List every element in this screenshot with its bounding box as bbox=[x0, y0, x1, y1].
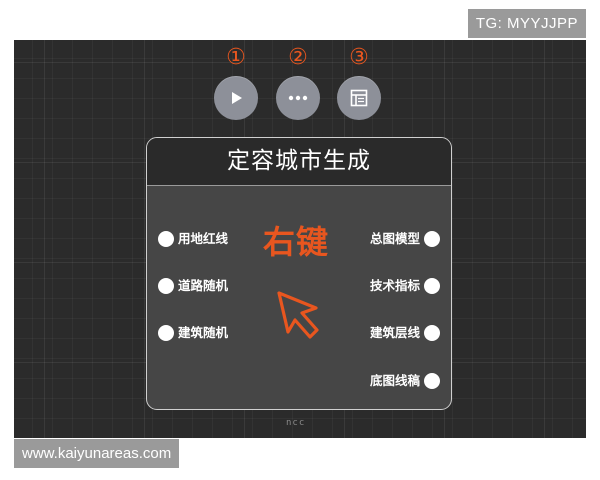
port-label: 用地红线 bbox=[178, 231, 229, 246]
more-icon bbox=[288, 95, 308, 101]
port-label: 技术指标 bbox=[369, 278, 420, 293]
panel-button[interactable] bbox=[337, 76, 381, 120]
port-dot[interactable] bbox=[158, 231, 174, 247]
port-dot[interactable] bbox=[158, 278, 174, 294]
node-header[interactable]: 定容城市生成 bbox=[147, 138, 451, 186]
port-label: 建筑层线 bbox=[369, 325, 420, 340]
port-dot[interactable] bbox=[424, 231, 440, 247]
cursor-arrow-icon bbox=[277, 291, 319, 339]
port-dot[interactable] bbox=[424, 278, 440, 294]
watermark-bottom: www.kaiyunareas.com bbox=[14, 439, 180, 468]
output-port-base-drawing[interactable]: 底图线稿 bbox=[370, 372, 440, 390]
marker-1: ① bbox=[226, 45, 246, 70]
port-dot[interactable] bbox=[158, 325, 174, 341]
output-port-tech-indicators[interactable]: 技术指标 bbox=[370, 277, 440, 295]
watermark-top: TG: MYYJJPP bbox=[467, 9, 586, 38]
port-label: 总图模型 bbox=[369, 231, 420, 246]
right-click-hint: 右键 bbox=[263, 223, 330, 261]
marker-3: ③ bbox=[349, 45, 369, 70]
input-port-building-random[interactable]: 建筑随机 bbox=[158, 324, 228, 342]
port-dot[interactable] bbox=[424, 373, 440, 389]
output-port-site-model[interactable]: 总图模型 bbox=[370, 230, 440, 248]
node-title: 定容城市生成 bbox=[227, 148, 371, 174]
run-button[interactable] bbox=[214, 76, 258, 120]
marker-2: ② bbox=[288, 45, 308, 70]
more-button[interactable] bbox=[276, 76, 320, 120]
canvas-logo: ncc bbox=[286, 418, 306, 428]
port-label: 道路随机 bbox=[178, 278, 229, 293]
input-port-road-random[interactable]: 道路随机 bbox=[158, 277, 228, 295]
port-label: 建筑随机 bbox=[178, 325, 229, 340]
output-port-building-floor-lines[interactable]: 建筑层线 bbox=[370, 324, 440, 342]
port-dot[interactable] bbox=[424, 325, 440, 341]
play-icon bbox=[232, 92, 242, 104]
port-label: 底图线稿 bbox=[369, 373, 420, 388]
input-port-land-boundary[interactable]: 用地红线 bbox=[158, 230, 228, 248]
city-generation-node[interactable]: 定容城市生成 用地红线 道路随机 建筑随机 总图模型 技术指标 建筑层线 底图线… bbox=[146, 137, 452, 410]
panel-icon bbox=[350, 89, 368, 107]
